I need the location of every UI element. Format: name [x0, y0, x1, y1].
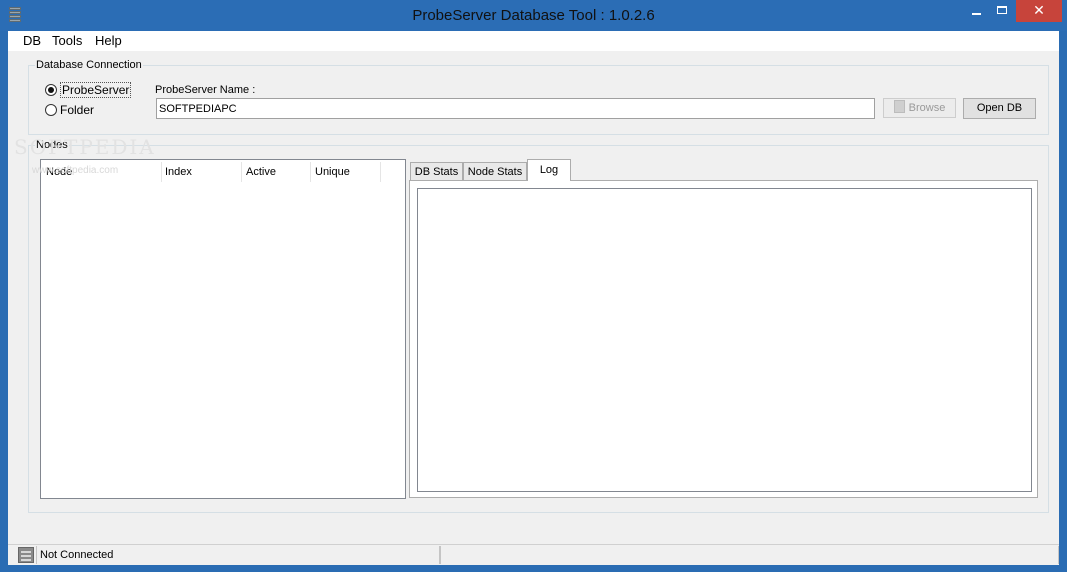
probeserver-radio[interactable]: ProbeServer: [45, 82, 132, 98]
open-db-button[interactable]: Open DB: [963, 98, 1036, 119]
window-title: ProbeServer Database Tool : 1.0.2.6: [412, 7, 655, 24]
open-db-button-label: Open DB: [976, 102, 1023, 114]
column-separator[interactable]: [310, 162, 311, 182]
column-separator[interactable]: [161, 162, 162, 182]
database-connection-label: Database Connection: [35, 59, 143, 72]
minimize-button[interactable]: [965, 0, 989, 22]
database-status-icon: [18, 547, 34, 563]
maximize-icon: [997, 6, 1007, 14]
probeserver-name-label: ProbeServer Name :: [155, 84, 256, 96]
column-index[interactable]: Index: [165, 160, 192, 184]
column-separator[interactable]: [241, 162, 242, 182]
menu-bar: DB Tools Help: [8, 31, 1059, 51]
column-active[interactable]: Active: [246, 160, 276, 184]
client-area: DB Tools Help Database Connection ProbeS…: [8, 31, 1059, 565]
close-icon: ✕: [1033, 2, 1045, 18]
probeserver-name-input[interactable]: [156, 98, 875, 119]
app-window: ProbeServer Database Tool : 1.0.2.6 ✕ DB…: [0, 0, 1067, 572]
status-panel-secondary: [440, 546, 1059, 564]
tab-log[interactable]: Log: [527, 159, 571, 181]
tab-node-stats[interactable]: Node Stats: [463, 162, 527, 181]
radio-unchecked-icon: [45, 104, 57, 116]
folder-radio[interactable]: Folder: [45, 102, 94, 118]
menu-help[interactable]: Help: [92, 31, 125, 51]
tab-db-stats[interactable]: DB Stats: [410, 162, 463, 181]
title-bar[interactable]: ProbeServer Database Tool : 1.0.2.6 ✕: [0, 0, 1067, 31]
radio-checked-icon: [45, 84, 57, 96]
nodes-list[interactable]: Node Index Active Unique: [40, 159, 406, 499]
nodes-list-header: Node Index Active Unique: [41, 160, 405, 184]
column-node[interactable]: Node: [46, 160, 72, 184]
nodes-label: Nodes: [35, 139, 69, 152]
folder-radio-label: Folder: [60, 103, 95, 117]
menu-db[interactable]: DB: [20, 31, 44, 51]
browse-button-label: Browse: [908, 102, 946, 114]
log-tab-panel: [409, 180, 1038, 498]
probeserver-radio-label: ProbeServer: [60, 82, 132, 98]
column-unique[interactable]: Unique: [315, 160, 350, 184]
log-textarea[interactable]: [417, 188, 1032, 492]
folder-icon: [893, 100, 905, 113]
browse-button[interactable]: Browse: [883, 98, 956, 118]
minimize-icon: [972, 13, 981, 15]
status-bar: Not Connected: [8, 544, 1059, 564]
nodes-group: Nodes Node Index Active Unique DB Stats …: [28, 139, 1049, 513]
column-separator[interactable]: [380, 162, 381, 182]
database-connection-group: Database Connection ProbeServer Folder P…: [28, 59, 1049, 135]
status-text: Not Connected: [36, 546, 440, 564]
maximize-button[interactable]: [990, 0, 1014, 22]
menu-tools[interactable]: Tools: [49, 31, 85, 51]
close-button[interactable]: ✕: [1016, 0, 1062, 22]
